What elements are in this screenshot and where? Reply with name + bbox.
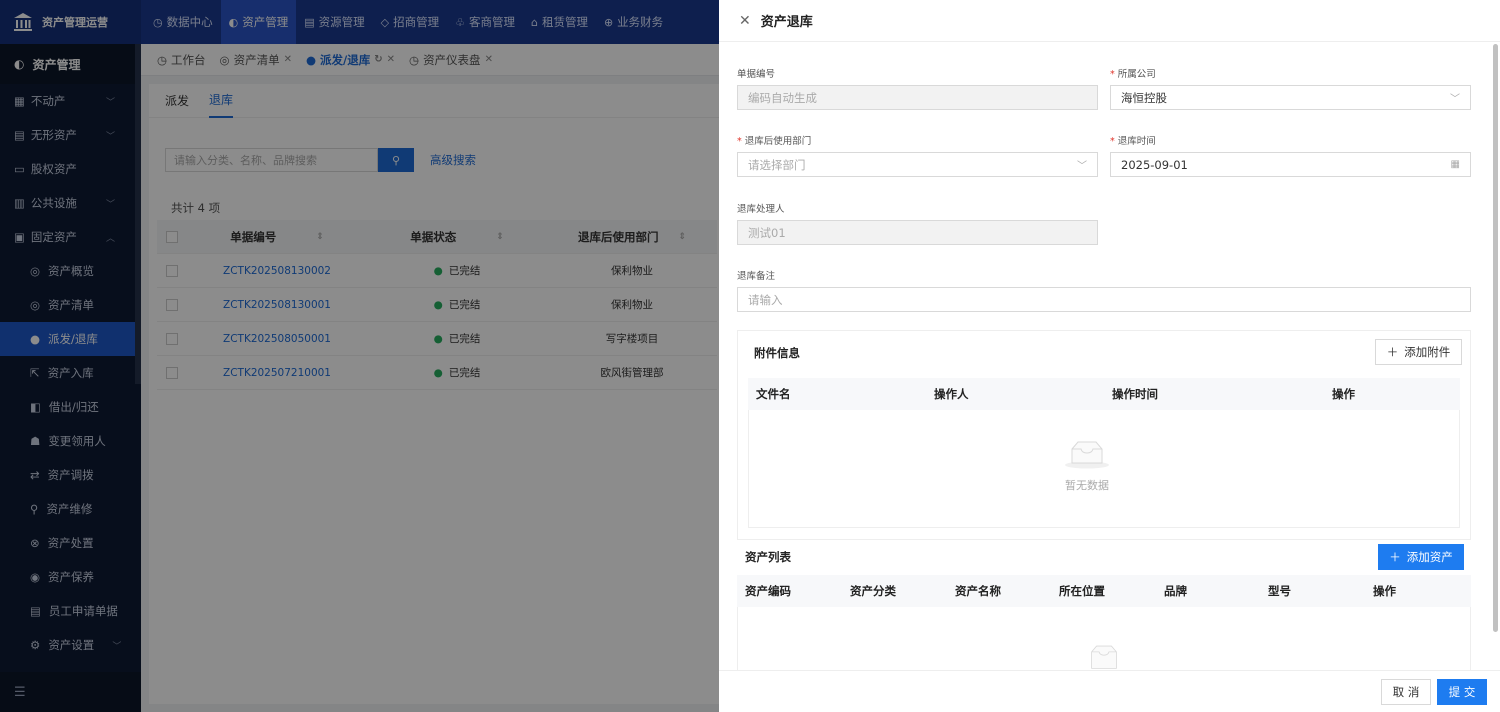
add-attachment-button[interactable]: ＋ 添加附件 [1375, 339, 1462, 365]
column-header: 资产名称 [955, 584, 1001, 598]
company-value: 海恒控股 [1121, 90, 1167, 105]
handler-label: 退库处理人 [737, 201, 785, 215]
return-drawer: ✕ 资产退库 单据编号 编码自动生成 * 所属公司 海恒控股 ﹀ * 退库后使用部门 … [719, 0, 1500, 712]
drawer-footer: 取 消 提 交 [719, 670, 1500, 712]
column-header: 所在位置 [1059, 584, 1105, 598]
handler-value: 测试01 [748, 225, 786, 240]
column-header: 品牌 [1164, 584, 1187, 598]
remark-label-text: 退库备注 [737, 271, 776, 282]
handler-field: 测试01 [737, 220, 1098, 245]
chevron-down-icon: ﹀ [1450, 94, 1460, 105]
column-header: 资产编码 [745, 584, 791, 598]
required-mark: * [737, 136, 742, 147]
attachments-table-header: 文件名 操作人 操作时间 操作 [748, 378, 1460, 410]
add-attachment-label: 添加附件 [1404, 345, 1451, 359]
empty-text: 暂无数据 [1065, 479, 1109, 492]
remark-placeholder: 请输入 [748, 292, 783, 307]
required-mark: * [1110, 69, 1115, 80]
dept-label-text: 退库后使用部门 [744, 136, 812, 147]
empty-box-icon [1091, 645, 1117, 669]
doc-no-label: 单据编号 [737, 66, 775, 80]
add-asset-button[interactable]: ＋ 添加资产 [1378, 544, 1464, 570]
doc-no-value: 编码自动生成 [748, 90, 817, 105]
empty-state: 暂无数据 [1064, 439, 1110, 493]
drawer-title: 资产退库 [760, 15, 813, 30]
column-header: 操作 [1373, 584, 1396, 598]
company-select[interactable]: 海恒控股 ﹀ [1110, 85, 1471, 110]
company-label: * 所属公司 [1110, 66, 1156, 80]
date-label-text: 退库时间 [1117, 136, 1156, 147]
modal-backdrop[interactable] [0, 0, 719, 712]
date-label: * 退库时间 [1110, 133, 1156, 147]
chevron-down-icon: ﹀ [1077, 161, 1087, 172]
empty-box-icon [1065, 441, 1109, 469]
close-icon[interactable]: ✕ [739, 13, 751, 29]
add-asset-label: 添加资产 [1406, 550, 1453, 564]
dept-select[interactable]: 请选择部门 ﹀ [737, 152, 1098, 177]
attachments-section: 附件信息 ＋ 添加附件 文件名 操作人 操作时间 操作 暂无数据 [737, 330, 1471, 540]
drawer-scrollbar[interactable] [1493, 44, 1498, 632]
remark-input[interactable]: 请输入 [737, 287, 1471, 312]
handler-label-text: 退库处理人 [737, 204, 785, 215]
plus-icon: ＋ [1389, 550, 1401, 564]
cancel-button[interactable]: 取 消 [1381, 679, 1431, 705]
asset-table-header: 资产编码 资产分类 资产名称 所在位置 品牌 型号 操作 [737, 575, 1471, 607]
column-header: 文件名 [756, 387, 791, 401]
asset-list-title: 资产列表 [745, 550, 791, 564]
remark-label: 退库备注 [737, 268, 775, 282]
required-mark: * [1110, 136, 1115, 147]
column-header: 操作时间 [1112, 387, 1158, 401]
date-picker[interactable]: 2025-09-01 ▦ [1110, 152, 1471, 177]
dept-label: * 退库后使用部门 [737, 133, 811, 147]
plus-icon: ＋ [1386, 345, 1399, 359]
column-header: 操作 [1332, 387, 1355, 401]
company-label-text: 所属公司 [1117, 69, 1156, 80]
dept-placeholder: 请选择部门 [748, 157, 806, 172]
calendar-icon: ▦ [1450, 159, 1460, 170]
doc-no-label-text: 单据编号 [737, 69, 776, 80]
column-header: 资产分类 [850, 584, 896, 598]
attachments-title: 附件信息 [754, 346, 800, 360]
column-header: 操作人 [934, 387, 969, 401]
date-value: 2025-09-01 [1121, 157, 1188, 172]
submit-button[interactable]: 提 交 [1437, 679, 1487, 705]
column-header: 型号 [1268, 584, 1291, 598]
doc-no-field: 编码自动生成 [737, 85, 1098, 110]
drawer-header: ✕ 资产退库 [719, 0, 1500, 42]
